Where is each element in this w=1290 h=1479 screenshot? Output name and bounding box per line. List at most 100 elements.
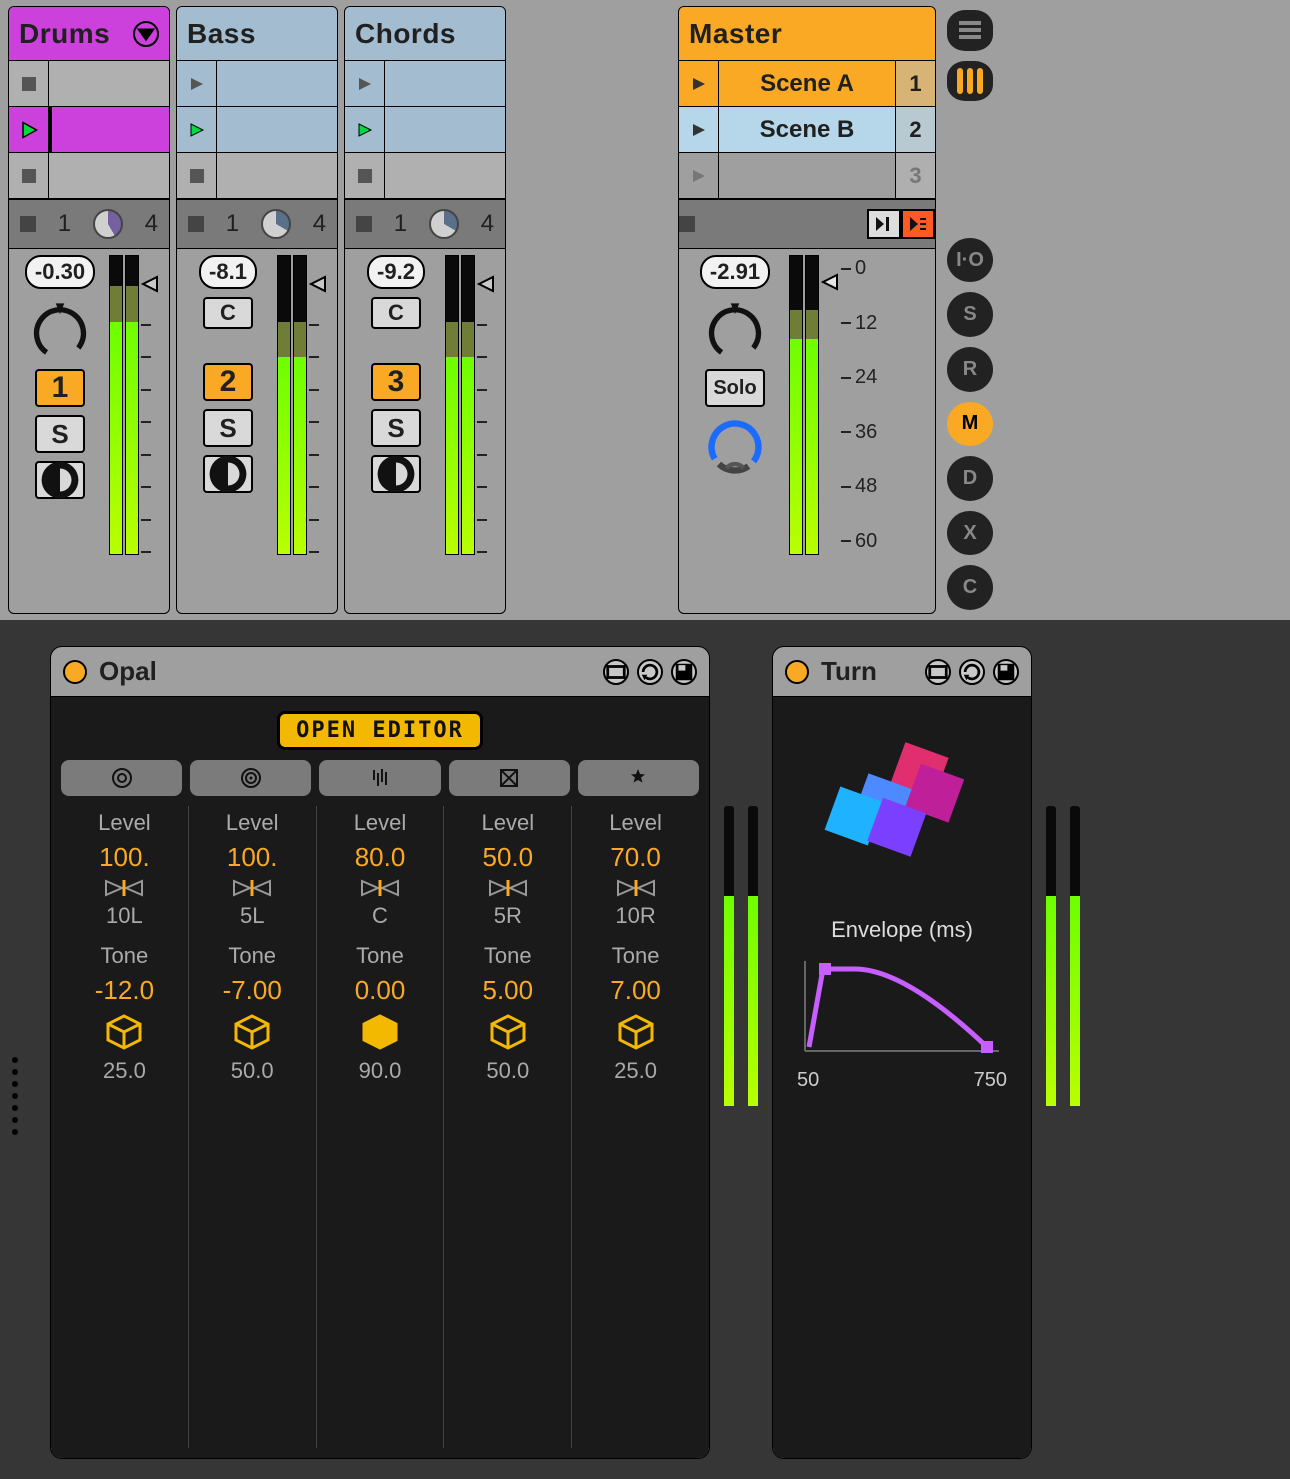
cue-knob[interactable] (703, 415, 767, 479)
env-attack-value[interactable]: 50 (797, 1069, 819, 1092)
clip-slot-empty[interactable] (9, 153, 169, 199)
pie-icon[interactable] (93, 209, 123, 239)
m-button[interactable]: M (947, 402, 993, 447)
io-button[interactable]: I·O (947, 238, 993, 283)
expand-icon[interactable] (925, 659, 951, 685)
device-header[interactable]: Turn (773, 647, 1031, 697)
solo-button[interactable]: S (203, 409, 253, 447)
stop-all-icon[interactable] (679, 216, 695, 232)
volume-readout[interactable]: -8.1 (199, 255, 257, 289)
wet-value[interactable]: 50.0 (231, 1058, 274, 1084)
follow-button[interactable] (901, 209, 935, 239)
module-tab[interactable] (190, 760, 311, 796)
back-to-arrangement-button[interactable] (867, 209, 901, 239)
cube-icon[interactable] (360, 1012, 400, 1052)
pane-divider[interactable] (0, 620, 1290, 634)
pan-knob[interactable] (703, 297, 767, 361)
wet-value[interactable]: 25.0 (103, 1058, 146, 1084)
monitor-button[interactable] (203, 455, 253, 493)
track-header[interactable]: Bass (177, 7, 337, 61)
pan-icon[interactable] (488, 879, 528, 897)
menu-icon[interactable] (947, 10, 993, 51)
module-tab[interactable] (61, 760, 182, 796)
tone-value[interactable]: 7.00 (610, 975, 661, 1006)
fader-pointer-icon[interactable] (141, 275, 159, 293)
clip-slot-empty[interactable] (345, 153, 505, 199)
track-drums[interactable]: Drums 1 4 -0.30 1 S (8, 6, 170, 614)
stop-icon[interactable] (188, 216, 204, 232)
module-tab[interactable] (578, 760, 699, 796)
track-number-button[interactable]: 3 (371, 363, 421, 401)
device-opal[interactable]: Opal OPEN EDITOR Level100.10LTone-12.025… (50, 646, 710, 1459)
r-button[interactable]: R (947, 347, 993, 392)
pie-icon[interactable] (261, 209, 291, 239)
cube-icon[interactable] (104, 1012, 144, 1052)
clip-slot-empty[interactable] (177, 153, 337, 199)
module-tab[interactable] (319, 760, 440, 796)
pie-icon[interactable] (429, 209, 459, 239)
wet-value[interactable]: 50.0 (486, 1058, 529, 1084)
track-bass[interactable]: Bass 1 4 -8.1 C 2 S (176, 6, 338, 614)
expand-icon[interactable] (603, 659, 629, 685)
scene-row[interactable]: Scene A1 (679, 61, 935, 107)
clip-slot-playing[interactable] (177, 107, 337, 153)
clip-slot-stopped[interactable] (177, 61, 337, 107)
save-icon[interactable] (993, 659, 1019, 685)
device-on-icon[interactable] (63, 660, 87, 684)
d-button[interactable]: D (947, 456, 993, 501)
fader-pointer-icon[interactable] (477, 275, 495, 293)
cube-icon[interactable] (232, 1012, 272, 1052)
pan-knob[interactable] (28, 297, 92, 361)
refresh-icon[interactable] (637, 659, 663, 685)
scene-row[interactable]: Scene B2 (679, 107, 935, 153)
clip-slot-empty[interactable] (9, 61, 169, 107)
scene-row-empty[interactable]: 3 (679, 153, 935, 199)
pan-icon[interactable] (616, 879, 656, 897)
solo-button[interactable]: S (371, 409, 421, 447)
solo-button[interactable]: Solo (705, 369, 764, 407)
clip-slot-active[interactable] (9, 107, 169, 153)
stop-icon[interactable] (20, 216, 36, 232)
device-turn[interactable]: Turn Envelope (ms) (772, 646, 1032, 1459)
fader-pointer-icon[interactable] (309, 275, 327, 293)
pan-icon[interactable] (104, 879, 144, 897)
fader-pointer-icon[interactable] (821, 273, 839, 291)
level-value[interactable]: 100. (227, 842, 278, 873)
track-header[interactable]: Chords (345, 7, 505, 61)
save-icon[interactable] (671, 659, 697, 685)
track-header[interactable]: Drums (9, 7, 169, 61)
open-editor-button[interactable]: OPEN EDITOR (277, 711, 483, 750)
wet-value[interactable]: 25.0 (614, 1058, 657, 1084)
tone-value[interactable]: 0.00 (355, 975, 406, 1006)
module-tab[interactable] (449, 760, 570, 796)
master-header[interactable]: Master (679, 7, 935, 61)
monitor-button[interactable] (371, 455, 421, 493)
pan-value[interactable]: 10L (106, 903, 143, 929)
device-header[interactable]: Opal (51, 647, 709, 697)
volume-readout[interactable]: -2.91 (700, 255, 770, 289)
pan-value[interactable]: C (372, 903, 388, 929)
track-drop-area[interactable] (512, 6, 672, 614)
track-number-button[interactable]: 2 (203, 363, 253, 401)
env-release-value[interactable]: 750 (974, 1069, 1007, 1092)
fold-icon[interactable] (133, 21, 159, 47)
pan-value[interactable]: 5R (494, 903, 522, 929)
drag-handle-icon[interactable] (12, 1057, 18, 1135)
level-value[interactable]: 100. (99, 842, 150, 873)
s-button[interactable]: S (947, 292, 993, 337)
volume-readout[interactable]: -9.2 (367, 255, 425, 289)
c-button[interactable]: C (947, 565, 993, 610)
pan-icon[interactable] (232, 879, 272, 897)
refresh-icon[interactable] (959, 659, 985, 685)
level-value[interactable]: 50.0 (482, 842, 533, 873)
wet-value[interactable]: 90.0 (359, 1058, 402, 1084)
clip-slot-stopped[interactable] (345, 61, 505, 107)
pan-c-button[interactable]: C (203, 297, 253, 329)
tone-value[interactable]: -12.0 (95, 975, 154, 1006)
track-chords[interactable]: Chords 1 4 -9.2 C 3 S (344, 6, 506, 614)
tone-value[interactable]: -7.00 (223, 975, 282, 1006)
pan-c-button[interactable]: C (371, 297, 421, 329)
clip-slot-playing[interactable] (345, 107, 505, 153)
track-number-button[interactable]: 1 (35, 369, 85, 407)
monitor-button[interactable] (35, 461, 85, 499)
